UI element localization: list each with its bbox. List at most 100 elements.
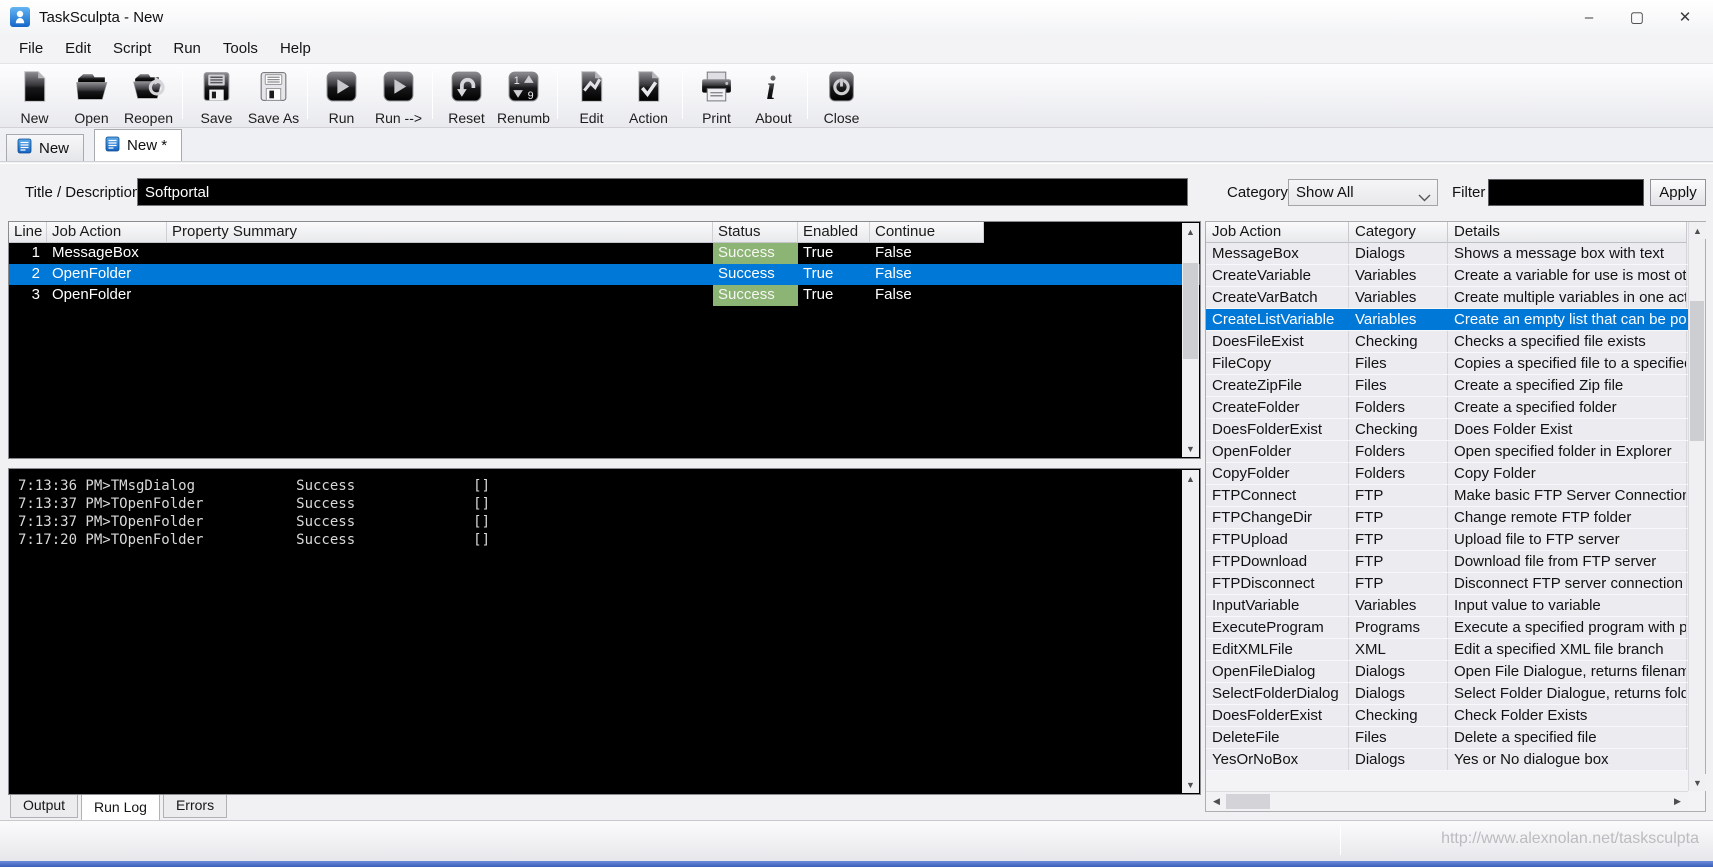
scroll-down-icon[interactable]: ▼ (1689, 774, 1706, 791)
tab-new[interactable]: New * (94, 129, 183, 161)
catalog-row[interactable]: OpenFileDialog Dialogs Open File Dialogue,… (1206, 661, 1688, 683)
catalog-row[interactable]: CreateVarBatch Variables Create multiple v… (1206, 287, 1688, 309)
catalog-row[interactable]: CreateFolder Folders Create a specified fo… (1206, 397, 1688, 419)
tab-label: New (39, 139, 70, 157)
toolbar-button-label: Print (702, 110, 731, 126)
catalog-row[interactable]: DoesFolderExist Checking Check Folder Exis… (1206, 705, 1688, 727)
catalog-row[interactable]: DoesFolderExist Checking Does Folder Exist (1206, 419, 1688, 441)
catalog-row[interactable]: CreateVariable Variables Create a variable… (1206, 265, 1688, 287)
job-row[interactable]: 1 MessageBox Success True False (9, 243, 1200, 264)
catalog-row[interactable]: FTPConnect FTP Make basic FTP Server Conne… (1206, 485, 1688, 507)
toolbar-run-button[interactable]: Run --> (370, 67, 427, 127)
column-header-line[interactable]: Line (9, 222, 47, 243)
log-tab-output[interactable]: Output (10, 795, 79, 818)
toolbar-run-button[interactable]: Run (313, 67, 370, 127)
toolbar-edit-button[interactable]: Edit (563, 67, 620, 127)
scroll-up-icon[interactable]: ▲ (1689, 222, 1706, 239)
scroll-up-icon[interactable]: ▲ (1182, 470, 1199, 487)
window-minimize-button[interactable]: – (1565, 0, 1613, 34)
catalog-row[interactable]: CopyFolder Folders Copy Folder (1206, 463, 1688, 485)
catalog-row[interactable]: InputVariable Variables Input value to var… (1206, 595, 1688, 617)
catalog-row[interactable]: FTPDisconnect FTP Disconnect FTP server co… (1206, 573, 1688, 595)
filter-input[interactable] (1488, 179, 1644, 206)
column-header-continue[interactable]: Continue (870, 222, 984, 243)
toolbar-separator (307, 71, 308, 119)
catalog-row[interactable]: YesOrNoBox Dialogs Yes or No dialogue box (1206, 749, 1688, 771)
catalog-column-header-job-action[interactable]: Job Action (1206, 222, 1349, 243)
new-document-icon (16, 68, 53, 110)
scroll-left-icon[interactable]: ◀ (1208, 793, 1225, 810)
toolbar-button-label: Save As (247, 110, 300, 126)
catalog-row[interactable]: DoesFileExist Checking Checks a specified … (1206, 331, 1688, 353)
catalog-row[interactable]: ExecuteProgram Programs Execute a specifie… (1206, 617, 1688, 639)
toolbar-open-button[interactable]: Open (63, 67, 120, 127)
toolbar-about-button[interactable]: i About (745, 67, 802, 127)
category-dropdown[interactable]: Show All (1288, 179, 1438, 206)
catalog-row[interactable]: EditXMLFile XML Edit a specified XML file … (1206, 639, 1688, 661)
toolbar-action-button[interactable]: Action (620, 67, 677, 127)
apply-button[interactable]: Apply (1650, 179, 1706, 206)
catalog-row[interactable]: FTPChangeDir FTP Change remote FTP folder (1206, 507, 1688, 529)
menu-script[interactable]: Script (102, 35, 162, 62)
title-description-input[interactable] (137, 178, 1188, 206)
printer-icon (698, 68, 735, 110)
toolbar-renumb-button[interactable]: 1 9 Renumb (495, 67, 552, 127)
run-log-output: 7:13:36 PM>TMsgDialog Success [] 7:13:37… (18, 478, 491, 548)
catalog-cell-job_action: FTPChangeDir (1206, 507, 1349, 528)
toolbar-reopen-button[interactable]: Reopen (120, 67, 177, 127)
toolbar-separator (807, 71, 808, 119)
log-tab-errors[interactable]: Errors (162, 795, 228, 818)
action-catalog-table: Job Action Category Details MessageBox Dial… (1205, 221, 1706, 812)
catalog-row[interactable]: FileCopy Files Copies a specified file to … (1206, 353, 1688, 375)
tab-new[interactable]: New (6, 134, 85, 161)
scroll-down-icon[interactable]: ▼ (1182, 776, 1199, 793)
column-header-enabled[interactable]: Enabled (798, 222, 870, 243)
catalog-row[interactable]: SelectFolderDialog Dialogs Select Folder D… (1206, 683, 1688, 705)
menu-file[interactable]: File (8, 35, 54, 62)
menu-help[interactable]: Help (269, 35, 322, 62)
run-log-scrollbar[interactable]: ▲ ▼ (1182, 470, 1199, 793)
scrollbar-thumb[interactable] (1690, 301, 1704, 441)
catalog-column-header-details[interactable]: Details (1448, 222, 1687, 243)
scroll-up-icon[interactable]: ▲ (1182, 223, 1199, 240)
scroll-right-icon[interactable]: ▶ (1669, 793, 1686, 810)
catalog-cell-category: Folders (1349, 463, 1448, 484)
scrollbar-thumb[interactable] (1226, 794, 1270, 809)
menu-tools[interactable]: Tools (212, 35, 269, 62)
log-tab-run-log[interactable]: Run Log (81, 795, 160, 821)
toolbar-print-button[interactable]: Print (688, 67, 745, 127)
job-cell-continue: False (875, 265, 912, 282)
scroll-down-icon[interactable]: ▼ (1182, 440, 1199, 457)
catalog-row[interactable]: FTPDownload FTP Download file from FTP ser… (1206, 551, 1688, 573)
toolbar-reset-button[interactable]: Reset (438, 67, 495, 127)
menu-run[interactable]: Run (162, 35, 212, 62)
job-row[interactable]: 2 OpenFolder Success True False (9, 264, 1200, 285)
catalog-cell-job_action: DoesFolderExist (1206, 419, 1349, 440)
scrollbar-thumb[interactable] (1183, 263, 1198, 359)
window-maximize-button[interactable]: ▢ (1613, 0, 1661, 34)
catalog-row[interactable]: CreateZipFile Files Create a specified Zip… (1206, 375, 1688, 397)
toolbar-save-button[interactable]: Save (188, 67, 245, 127)
column-header-status[interactable]: Status (713, 222, 798, 243)
window-close-button[interactable]: ✕ (1661, 0, 1709, 34)
column-header-job-action[interactable]: Job Action (47, 222, 167, 243)
toolbar-button-label: New (20, 110, 49, 126)
catalog-row[interactable]: OpenFolder Folders Open specified folder i… (1206, 441, 1688, 463)
catalog-horizontal-scrollbar[interactable]: ◀ ▶ (1206, 791, 1688, 811)
job-cell-property_summary (167, 285, 713, 306)
catalog-vertical-scrollbar[interactable]: ▲ ▼ (1688, 222, 1706, 791)
catalog-row[interactable]: FTPUpload FTP Upload file to FTP server (1206, 529, 1688, 551)
toolbar-button-label: Save (200, 110, 233, 126)
catalog-row[interactable]: DeleteFile Files Delete a specified file (1206, 727, 1688, 749)
toolbar-close-button[interactable]: Close (813, 67, 870, 127)
catalog-row[interactable]: CreateListVariable Variables Create an emp… (1206, 309, 1688, 331)
catalog-row[interactable]: MessageBox Dialogs Shows a message box wit… (1206, 243, 1688, 265)
catalog-column-header-category[interactable]: Category (1349, 222, 1448, 243)
menu-edit[interactable]: Edit (54, 35, 102, 62)
job-grid-scrollbar[interactable]: ▲ ▼ (1182, 223, 1199, 457)
catalog-cell-details: Edit a specified XML file branch (1448, 639, 1687, 660)
job-row[interactable]: 3 OpenFolder Success True False (9, 285, 1200, 306)
toolbar-new-button[interactable]: New (6, 67, 63, 127)
toolbar-save-as-button[interactable]: Save As (245, 67, 302, 127)
column-header-property-summary[interactable]: Property Summary (167, 222, 713, 243)
